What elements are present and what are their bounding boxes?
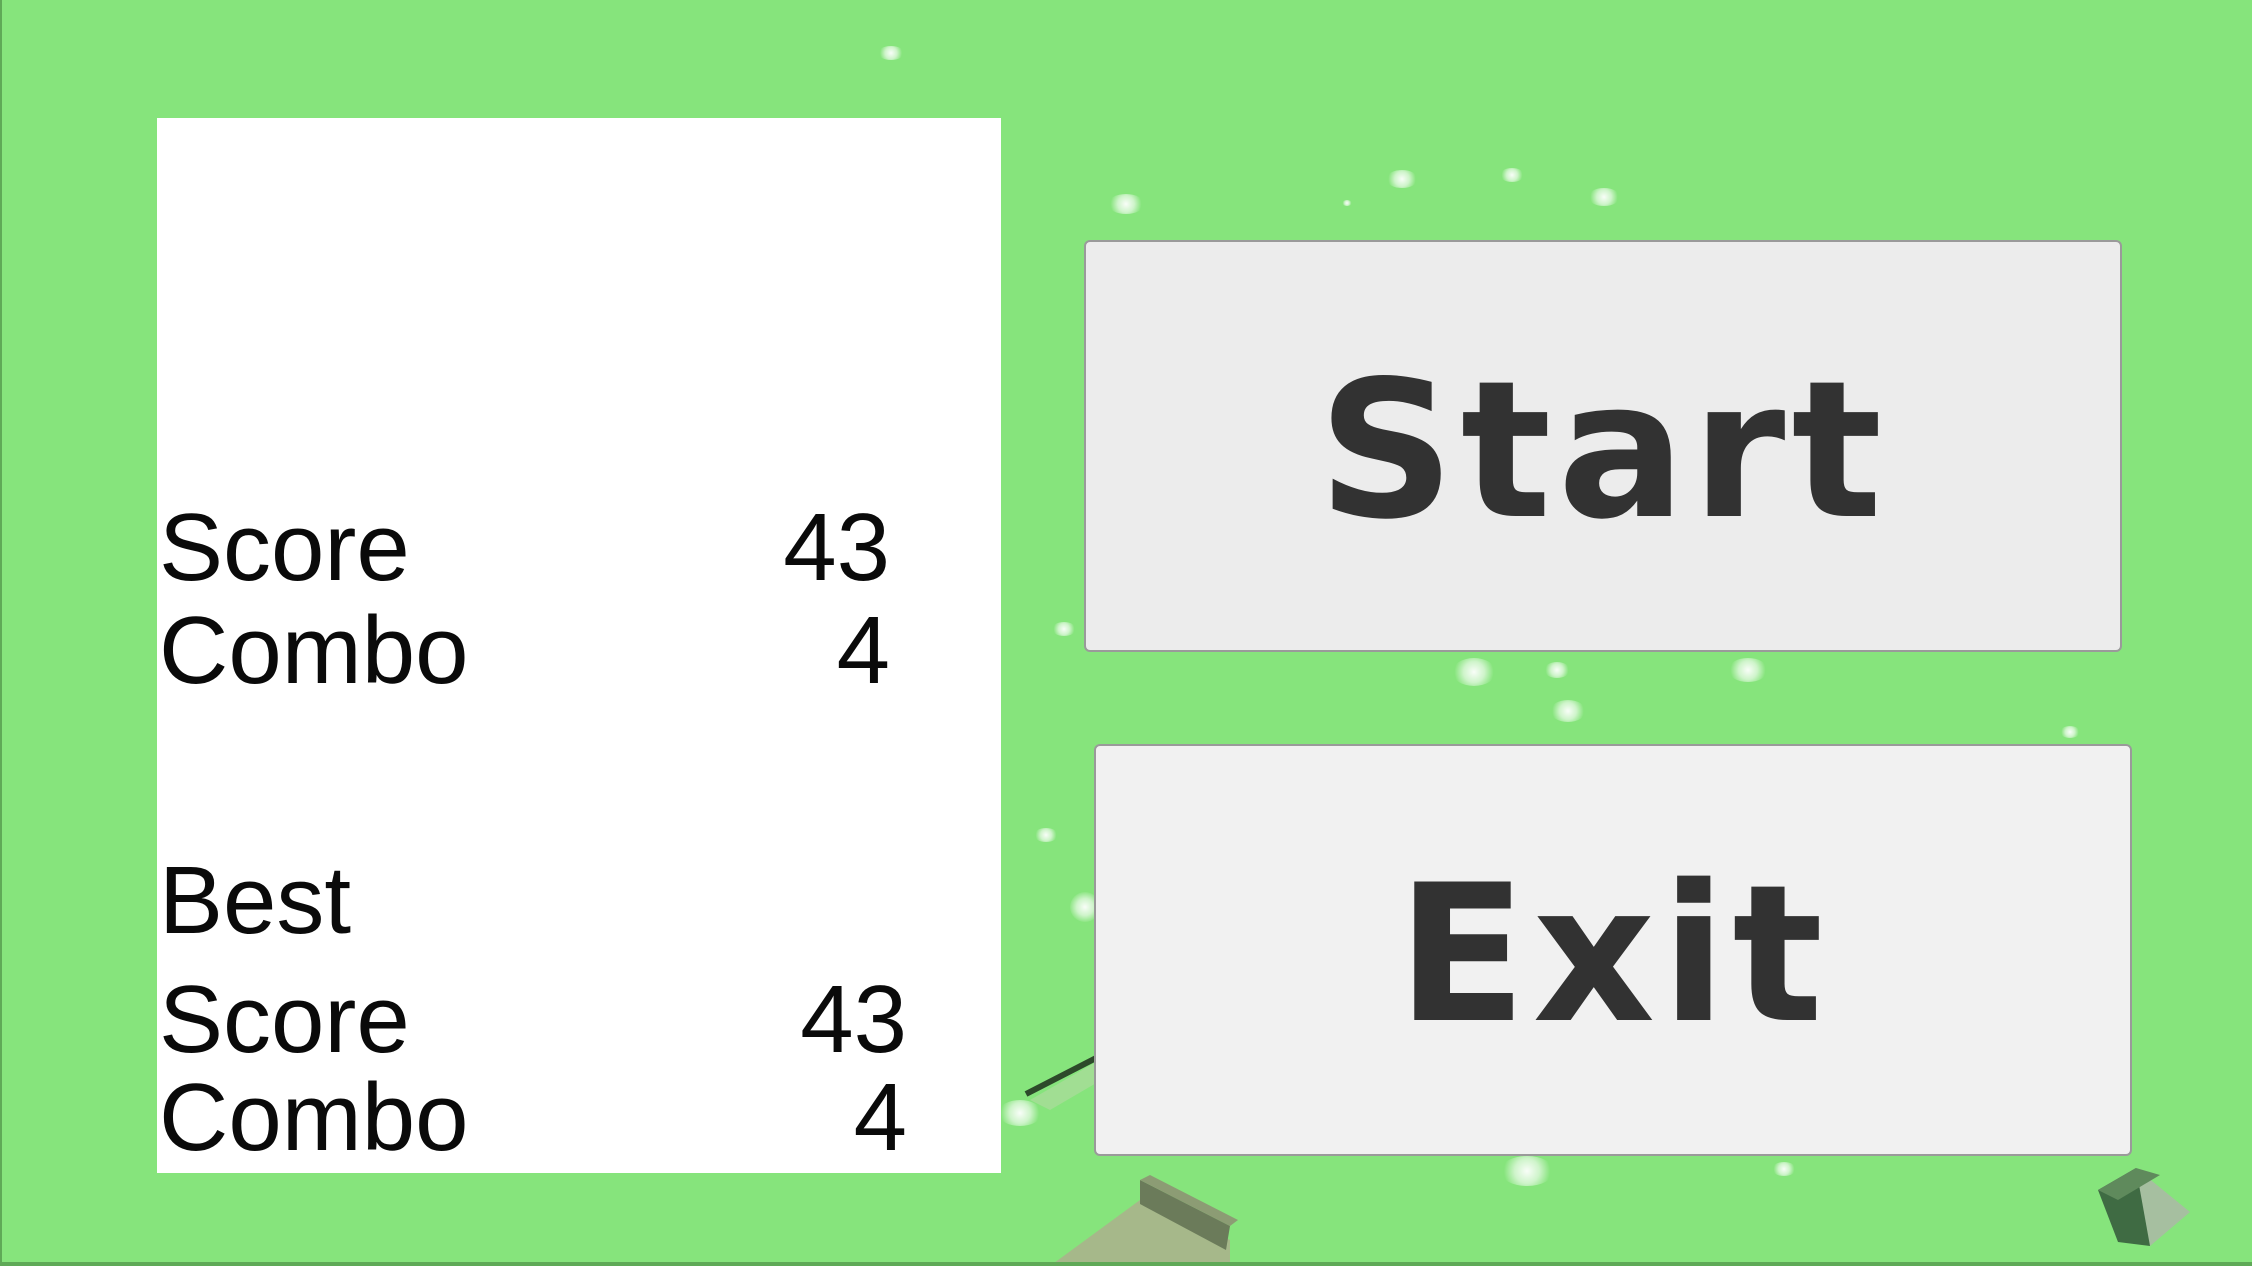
sparkle — [998, 1100, 1042, 1126]
best-heading: Best — [159, 847, 352, 954]
sparkle — [1034, 828, 1058, 842]
best-combo-label: Combo — [159, 1064, 469, 1171]
sparkle — [878, 46, 904, 60]
sparkle — [1452, 658, 1496, 686]
sparkle — [1108, 194, 1144, 214]
sparkle — [1588, 188, 1620, 206]
sparkle — [1550, 700, 1586, 722]
best-score-label: Score — [159, 966, 410, 1073]
best-score-value: 43 — [800, 966, 907, 1073]
sparkle — [1342, 200, 1352, 206]
current-score-value: 43 — [783, 494, 890, 601]
sparkle — [1052, 622, 1076, 636]
exit-button-label: Exit — [1396, 843, 1830, 1065]
current-score-label: Score — [159, 494, 410, 601]
current-combo-label: Combo — [159, 597, 469, 704]
stats-panel: Score 43 Combo 4 Best Score 43 Combo 4 — [157, 118, 1001, 1173]
sparkle — [1500, 1156, 1554, 1186]
current-combo-value: 4 — [836, 597, 890, 704]
sparkle — [1544, 662, 1570, 678]
sparkle — [1500, 168, 1524, 182]
start-button[interactable]: Start — [1084, 240, 2122, 652]
bottom-edge — [0, 1262, 2252, 1266]
left-edge — [0, 0, 2, 1266]
sparkle — [1386, 170, 1418, 188]
sparkle — [1772, 1162, 1796, 1176]
best-combo-value: 4 — [853, 1064, 907, 1171]
sparkle — [2060, 726, 2080, 738]
sparkle — [1728, 658, 1768, 682]
start-button-label: Start — [1317, 339, 1889, 561]
exit-button[interactable]: Exit — [1094, 744, 2132, 1156]
